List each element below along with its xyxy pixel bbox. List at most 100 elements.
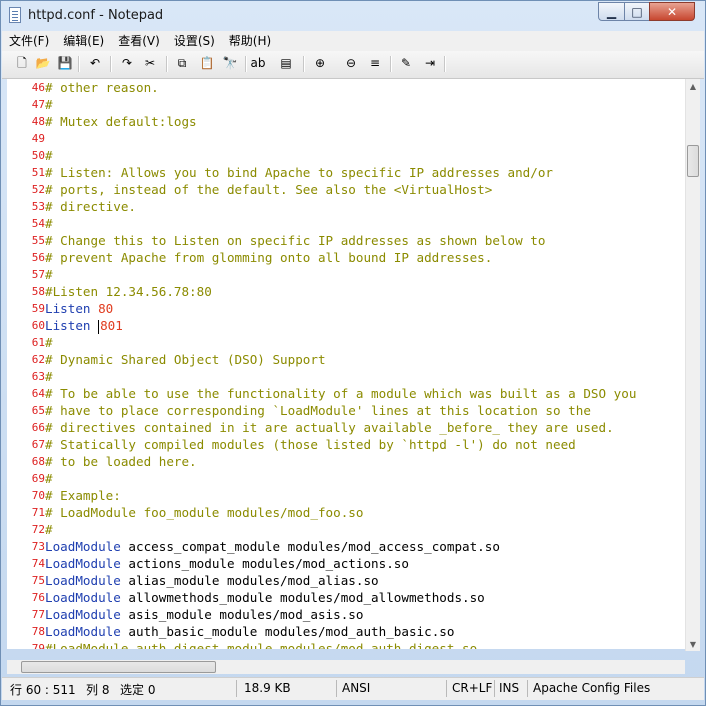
horizontal-scroll-thumb[interactable] xyxy=(21,661,216,673)
line-text: # xyxy=(45,334,53,351)
line-number: 50 xyxy=(31,149,45,162)
line-text: LoadModule asis_module modules/mod_asis.… xyxy=(45,606,363,623)
new-file-icon[interactable]: 🗋 xyxy=(14,55,30,71)
directive-token: LoadModule xyxy=(45,556,121,571)
status-divider xyxy=(236,680,237,697)
directive-token: LoadModule xyxy=(45,607,121,622)
directive-token: LoadModule xyxy=(45,573,121,588)
save-icon[interactable]: 💾 xyxy=(57,55,73,71)
line-text: # Example: xyxy=(45,487,121,504)
exit-icon[interactable]: ⇥ xyxy=(422,55,438,71)
line-text: # xyxy=(45,521,53,538)
status-divider xyxy=(336,680,337,697)
comment-token: # Change this to Listen on specific IP a… xyxy=(45,233,546,248)
line-number: 75 xyxy=(31,574,45,587)
scroll-down-icon[interactable]: ▼ xyxy=(686,637,700,651)
text-token: access_compat_module modules/mod_access_… xyxy=(120,539,500,554)
directive-token: LoadModule xyxy=(45,539,121,554)
maximize-button[interactable]: □ xyxy=(624,2,650,21)
toolbar-separator xyxy=(390,56,392,72)
line-number: 54 xyxy=(31,217,45,230)
comment-token: # To be able to use the functionality of… xyxy=(45,386,637,401)
zoom-in-icon[interactable]: ⊕ xyxy=(312,55,328,71)
copy-icon[interactable]: ⧉ xyxy=(174,55,190,71)
line-text: # xyxy=(45,215,53,232)
line-text: LoadModule access_compat_module modules/… xyxy=(45,538,500,555)
comment-token: # Example: xyxy=(45,488,121,503)
comment-token: # xyxy=(45,216,53,231)
comment-token: # directives contained in it are actuall… xyxy=(45,420,614,435)
menu-bar: 文件(F) 编辑(E) 查看(V) 设置(S) 帮助(H) xyxy=(2,31,704,51)
text-editor[interactable]: 46 # other reason. 47 #48 # Mutex default:lo… xyxy=(7,79,685,649)
line-number: 48 xyxy=(31,115,45,128)
vertical-scrollbar[interactable]: ▲ ▼ xyxy=(685,79,700,651)
menu-file[interactable]: 文件(F) xyxy=(2,31,56,51)
menu-view[interactable]: 查看(V) xyxy=(111,31,167,51)
menu-edit[interactable]: 编辑(E) xyxy=(56,31,111,51)
status-divider xyxy=(494,680,495,697)
toolbar-separator xyxy=(166,56,168,72)
line-number: 73 xyxy=(31,540,45,553)
close-button[interactable]: ✕ xyxy=(649,2,695,21)
line-number: 79 xyxy=(31,642,45,649)
line-number: 55 xyxy=(31,234,45,247)
directive-token: Listen xyxy=(45,318,91,333)
menu-settings[interactable]: 设置(S) xyxy=(167,31,222,51)
line-number: 70 xyxy=(31,489,45,502)
line-number: 66 xyxy=(31,421,45,434)
line-text: LoadModule allowmethods_module modules/m… xyxy=(45,589,485,606)
toolbar-separator xyxy=(78,56,80,72)
title-bar[interactable]: httpd.conf - Notepad ▁ □ ✕ xyxy=(1,1,705,31)
status-bar: 行 60 : 511 列 8 选定 0 18.9 KB ANSI CR+LF I… xyxy=(2,677,704,700)
line-number: 64 xyxy=(31,387,45,400)
toolbar-separator xyxy=(245,56,247,72)
find-icon[interactable]: 🔭 xyxy=(222,55,238,71)
text-token: asis_module modules/mod_asis.so xyxy=(120,607,364,622)
comment-token: # xyxy=(45,148,53,163)
comment-token: # Listen: Allows you to bind Apache to s… xyxy=(45,165,553,180)
undo-icon[interactable]: ↶ xyxy=(87,55,103,71)
line-number: 69 xyxy=(31,472,45,485)
line-number: 58 xyxy=(31,285,45,298)
line-text: # Listen: Allows you to bind Apache to s… xyxy=(45,164,553,181)
cut-icon[interactable]: ✂ xyxy=(142,55,158,71)
status-syntax-scheme: Apache Config Files xyxy=(533,681,651,695)
line-text: # xyxy=(45,96,53,113)
zoom-out-icon[interactable]: ⊖ xyxy=(343,55,359,71)
comment-token: # other reason. xyxy=(45,80,159,95)
line-text: # xyxy=(45,368,53,385)
line-number: 77 xyxy=(31,608,45,621)
status-divider xyxy=(446,680,447,697)
minimize-button[interactable]: ▁ xyxy=(598,2,625,21)
goto-icon[interactable]: ▤ xyxy=(278,55,294,71)
line-number: 52 xyxy=(31,183,45,196)
comment-token: # prevent Apache from glomming onto all … xyxy=(45,250,493,265)
menu-help[interactable]: 帮助(H) xyxy=(222,31,278,51)
line-text: # prevent Apache from glomming onto all … xyxy=(45,249,492,266)
line-text: # ports, instead of the default. See als… xyxy=(45,181,492,198)
line-number: 62 xyxy=(31,353,45,366)
directive-token: LoadModule xyxy=(45,590,121,605)
scroll-up-icon[interactable]: ▲ xyxy=(686,79,700,93)
text-cursor xyxy=(98,319,100,334)
line-number: 57 xyxy=(31,268,45,281)
open-folder-icon[interactable]: 📂 xyxy=(35,55,51,71)
line-text: # directives contained in it are actuall… xyxy=(45,419,614,436)
line-number: 65 xyxy=(31,404,45,417)
line-text: Listen 80 xyxy=(45,300,113,317)
status-encoding: ANSI xyxy=(342,681,371,695)
replace-icon[interactable]: ab xyxy=(250,55,266,71)
paste-icon[interactable]: 📋 xyxy=(199,55,215,71)
scheme-icon[interactable]: ✎ xyxy=(398,55,414,71)
vertical-scroll-thumb[interactable] xyxy=(687,145,699,177)
value-token: 80 xyxy=(98,301,114,316)
line-number: 51 xyxy=(31,166,45,179)
wordwrap-icon[interactable]: ≡ xyxy=(367,55,383,71)
line-number: 49 xyxy=(31,132,45,145)
status-column: 列 8 xyxy=(86,683,110,697)
toolbar-separator xyxy=(110,56,112,72)
horizontal-scrollbar[interactable] xyxy=(7,660,685,674)
redo-icon[interactable]: ↷ xyxy=(119,55,135,71)
